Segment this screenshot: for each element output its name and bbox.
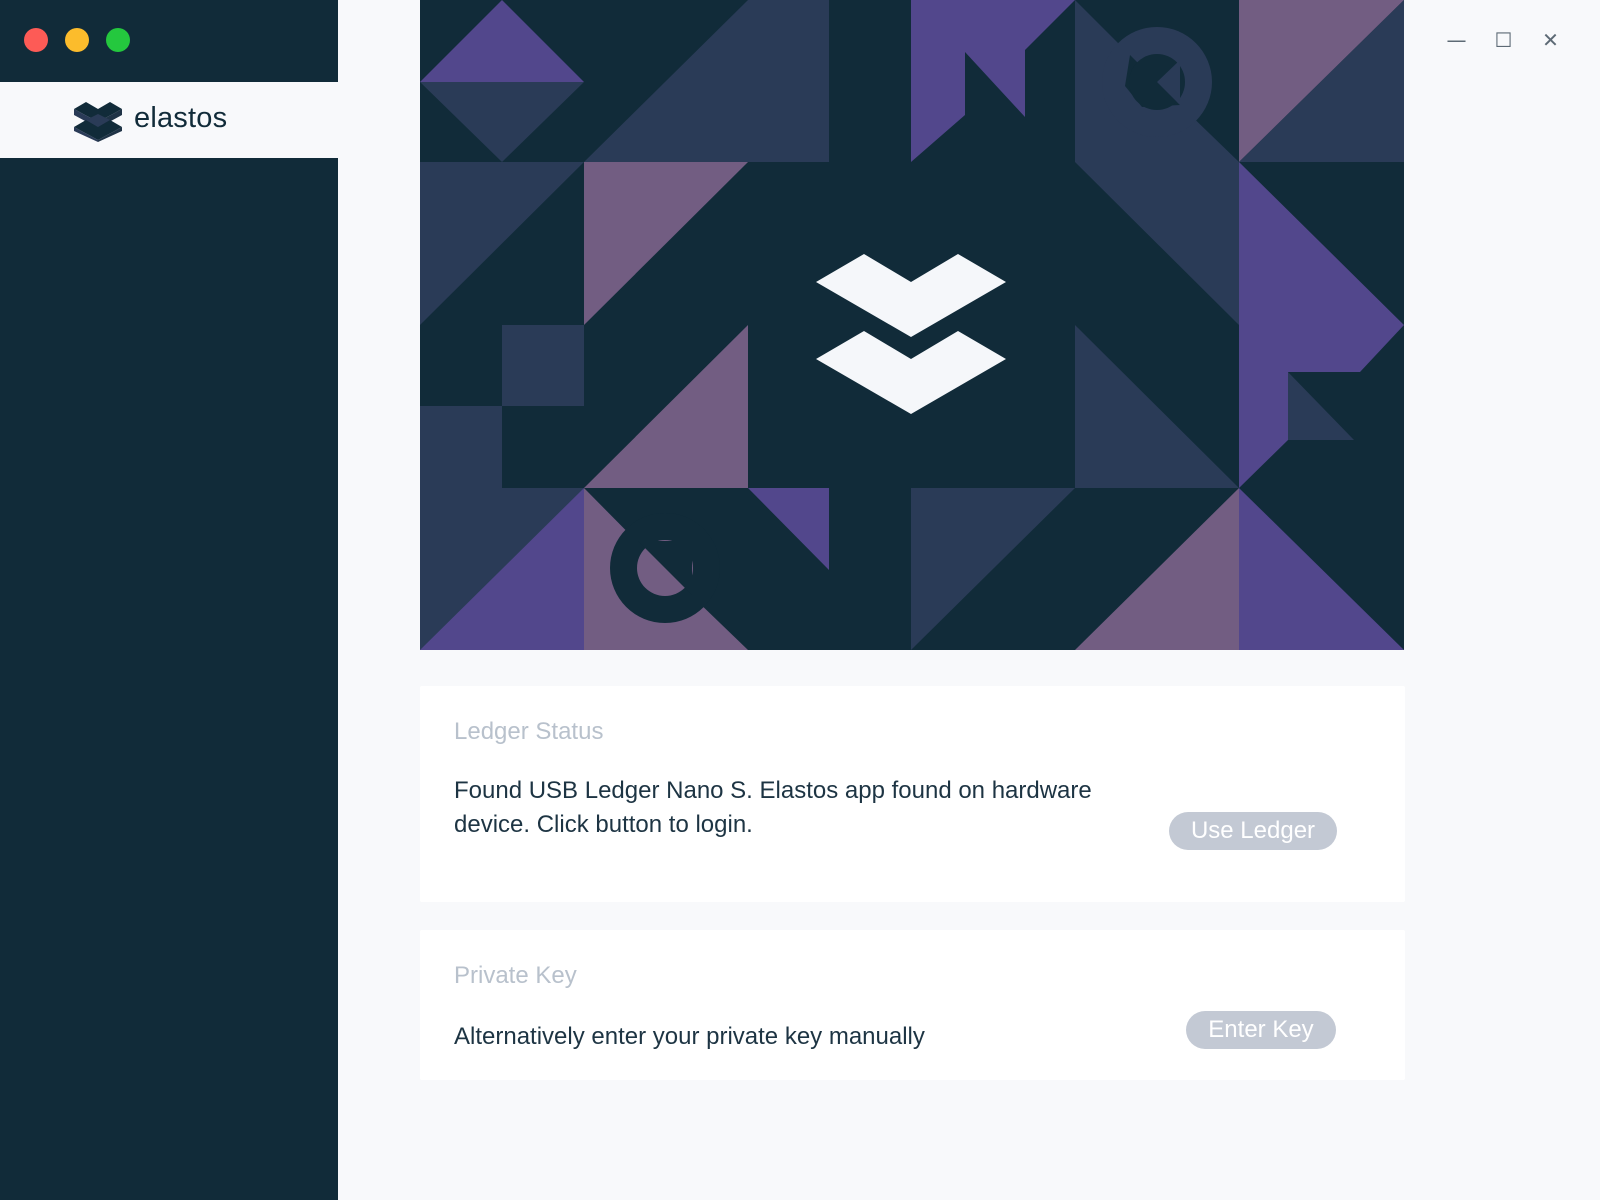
sidebar-brand[interactable]: elastos: [0, 82, 338, 158]
hero-banner: [420, 0, 1404, 650]
app-window: elastos — ☐ ✕ Ledger Status Found USB Le…: [0, 0, 1600, 1200]
geometric-pattern: [420, 0, 1404, 650]
enter-key-button[interactable]: Enter Key: [1186, 1011, 1336, 1049]
close-icon[interactable]: ✕: [1537, 26, 1564, 53]
use-ledger-button[interactable]: Use Ledger: [1169, 812, 1337, 850]
ledger-status-message: Found USB Ledger Nano S. Elastos app fou…: [454, 777, 1092, 838]
ledger-status-card: Ledger Status Found USB Ledger Nano S. E…: [420, 686, 1405, 902]
window-controls: — ☐ ✕: [1443, 26, 1564, 53]
sidebar: elastos: [0, 0, 338, 1200]
card-title: Ledger Status: [454, 718, 604, 745]
zoom-window-dot[interactable]: [106, 28, 130, 52]
close-window-dot[interactable]: [24, 28, 48, 52]
minimize-icon[interactable]: —: [1443, 26, 1470, 53]
card-title: Private Key: [454, 962, 577, 989]
brand-name: elastos: [134, 102, 228, 134]
minimize-window-dot[interactable]: [65, 28, 89, 52]
maximize-icon[interactable]: ☐: [1490, 26, 1517, 53]
elastos-logo-icon: [74, 102, 122, 142]
private-key-message: Alternatively enter your private key man…: [454, 1023, 925, 1050]
private-key-card: Private Key Alternatively enter your pri…: [420, 930, 1405, 1080]
traffic-lights: [24, 28, 130, 52]
